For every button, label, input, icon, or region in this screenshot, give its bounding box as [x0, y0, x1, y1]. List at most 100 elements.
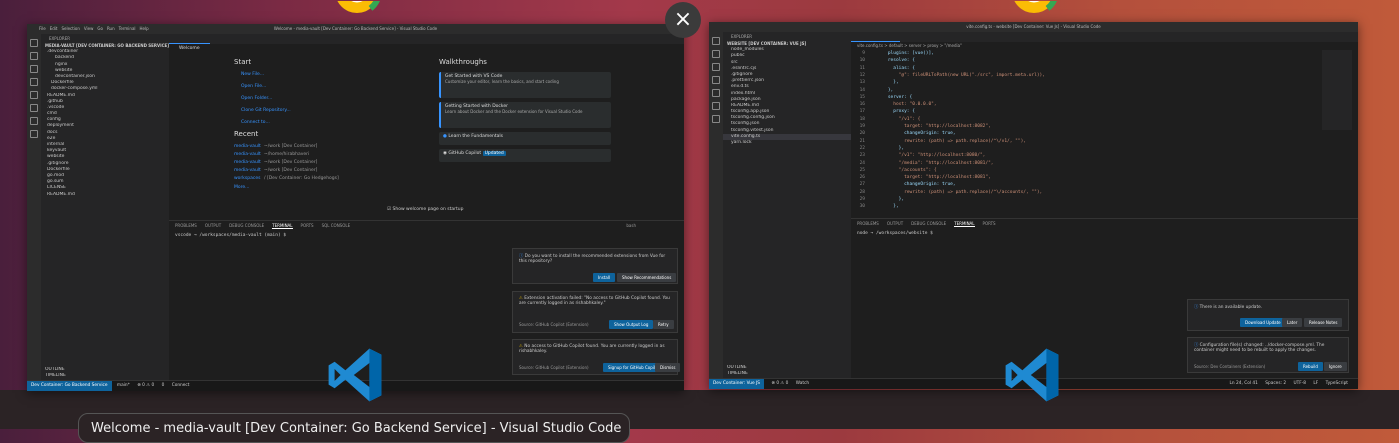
- testing-icon[interactable]: [712, 115, 720, 123]
- terminal-prompt[interactable]: node → /workspaces/website $: [851, 231, 1358, 236]
- clone-repo-link[interactable]: Clone Git Repository...: [241, 108, 291, 113]
- timeline-section[interactable]: TIMELINE: [723, 371, 851, 377]
- walkthrough-copilot[interactable]: ◉ GitHub Copilot Updated: [439, 149, 611, 162]
- panel-tabs: PROBLEMS OUTPUT DEBUG CONSOLE TERMINAL PORTS…: [169, 221, 684, 230]
- run-debug-icon[interactable]: [712, 76, 720, 84]
- close-window-button[interactable]: ×: [665, 2, 701, 38]
- minimap[interactable]: [1322, 50, 1352, 130]
- remote-explorer-icon[interactable]: [30, 104, 38, 112]
- tab-terminal[interactable]: TERMINAL: [954, 221, 975, 227]
- release-notes-button[interactable]: Release Notes: [1304, 318, 1343, 327]
- branch-status[interactable]: main*: [117, 383, 130, 388]
- terminal-prompt[interactable]: vscode → /workspaces/media-vault (main) …: [169, 233, 684, 238]
- walkthrough-subtitle: Learn about Docker and the Docker extens…: [445, 109, 583, 114]
- open-folder-link[interactable]: Open Folder...: [241, 96, 272, 101]
- tab-ports[interactable]: PORTS: [301, 223, 314, 228]
- problems-status[interactable]: ⊗ 0 ⚠ 0: [137, 383, 154, 388]
- breadcrumb[interactable]: vite.config.ts > default > server > prox…: [857, 43, 962, 48]
- walkthrough-docker[interactable]: Getting Started with Docker Learn about …: [439, 102, 611, 128]
- line-number: 13: [859, 80, 865, 86]
- more-link[interactable]: More...: [234, 185, 249, 190]
- walkthrough-title: Learn the Fundamentals: [448, 134, 503, 139]
- open-file-link[interactable]: Open File...: [241, 84, 266, 89]
- problems-status[interactable]: ⊗ 0 ⚠ 0: [771, 381, 788, 386]
- line-ending[interactable]: LF: [1313, 381, 1318, 386]
- explorer-icon[interactable]: [712, 37, 720, 45]
- retry-button[interactable]: Retry: [653, 320, 674, 329]
- indentation[interactable]: Spaces: 2: [1265, 381, 1286, 386]
- toast-source: Source: GitHub Copilot (Extension): [519, 365, 589, 370]
- toast-message: No access to GitHub Copilot found. You a…: [519, 344, 665, 354]
- docker-icon[interactable]: [30, 130, 38, 138]
- later-button[interactable]: Later: [1282, 318, 1303, 327]
- explorer-header: EXPLORER: [731, 34, 752, 39]
- tab-output[interactable]: OUTPUT: [887, 221, 903, 226]
- tab-debug-console[interactable]: DEBUG CONSOLE: [229, 223, 264, 228]
- tab-debug-console[interactable]: DEBUG CONSOLE: [911, 221, 946, 226]
- code-line: "/v1": {: [877, 116, 921, 122]
- tab-output[interactable]: OUTPUT: [205, 223, 221, 228]
- rebuild-button[interactable]: Rebuild: [1298, 362, 1323, 371]
- remote-explorer-icon[interactable]: [712, 102, 720, 110]
- window-title: Welcome - media-vault [Dev Container: Go…: [273, 26, 438, 31]
- copilot-access-toast: ⚠ No access to GitHub Copilot found. You…: [512, 339, 681, 375]
- tab-terminal[interactable]: TERMINAL: [272, 223, 293, 229]
- toast-source: Source: Dev Containers (Extension): [1194, 364, 1266, 369]
- line-number: 18: [859, 116, 865, 122]
- source-control-icon[interactable]: [30, 65, 38, 73]
- extensions-icon[interactable]: [712, 89, 720, 97]
- remote-indicator[interactable]: Dev Container: Vue JS: [709, 379, 764, 389]
- install-button[interactable]: Install: [593, 273, 616, 282]
- search-icon[interactable]: [30, 52, 38, 60]
- ignore-button[interactable]: Ignore: [1324, 362, 1347, 371]
- terminal-dropdown[interactable]: bash: [626, 221, 636, 230]
- testing-icon[interactable]: [30, 117, 38, 125]
- file-item[interactable]: README.md: [41, 192, 169, 198]
- source-control-icon[interactable]: [712, 63, 720, 71]
- status-right: Ln 24, Col 41 Spaces: 2 UTF-8 LF TypeScr…: [1230, 379, 1348, 389]
- walkthrough-title: GitHub Copilot: [448, 151, 482, 156]
- window-thumbnail-vite-config[interactable]: vite.config.ts - website [Dev Container:…: [709, 22, 1358, 389]
- show-recommendations-button[interactable]: Show Recommendations: [617, 273, 677, 282]
- line-number: 30: [859, 204, 865, 210]
- copilot-activation-toast: ⚠ Extension activation failed: "No acces…: [512, 291, 678, 333]
- vscode-app-icon: [1002, 345, 1062, 405]
- show-welcome-checkbox[interactable]: ☑ Show welcome page on startup: [387, 207, 463, 212]
- remote-indicator[interactable]: Dev Container: Go Backend Service: [27, 381, 112, 391]
- explorer-sidebar: EXPLORER MEDIA-VAULT [DEV CONTAINER: GO …: [41, 34, 169, 381]
- window-thumbnail-welcome[interactable]: File Edit Selection View Go Run Terminal Help W…: [27, 24, 684, 391]
- connect-status[interactable]: Connect: [172, 383, 190, 388]
- recent-item-name[interactable]: media-vault: [234, 168, 261, 173]
- walkthrough-fundamentals[interactable]: ● Learn the Fundamentals: [439, 132, 611, 145]
- watch-status[interactable]: Watch: [796, 381, 809, 386]
- tab-ports[interactable]: PORTS: [983, 221, 996, 226]
- new-file-link[interactable]: New File...: [241, 72, 264, 77]
- show-output-log-button[interactable]: Show Output Log: [609, 320, 654, 329]
- code-line: target: "http://localhost:8082",: [877, 124, 991, 129]
- search-icon[interactable]: [712, 50, 720, 58]
- language-mode[interactable]: TypeScript: [1326, 381, 1348, 386]
- file-item[interactable]: yarn.lock: [723, 140, 851, 146]
- tab-problems[interactable]: PROBLEMS: [857, 221, 879, 226]
- timeline-section[interactable]: TIMELINE: [41, 373, 169, 379]
- ports-status[interactable]: 0: [162, 383, 165, 388]
- run-debug-icon[interactable]: [30, 78, 38, 86]
- code-editor[interactable]: vite.config.ts > default > server > prox…: [851, 42, 1358, 218]
- cursor-position[interactable]: Ln 24, Col 41: [1230, 381, 1258, 386]
- dismiss-button[interactable]: Dismiss: [655, 363, 681, 372]
- recent-item-name[interactable]: media-vault: [234, 144, 261, 149]
- extensions-icon[interactable]: [30, 91, 38, 99]
- walkthrough-get-started[interactable]: Get Started with VS Code Customize your …: [439, 72, 611, 98]
- encoding[interactable]: UTF-8: [1294, 381, 1307, 386]
- explorer-icon[interactable]: [30, 39, 38, 47]
- tab-sql-console[interactable]: SQL CONSOLE: [322, 223, 351, 228]
- recent-item-name[interactable]: workspaces: [234, 176, 260, 181]
- line-number: 17: [859, 109, 865, 115]
- checkbox-icon[interactable]: ☑: [387, 207, 391, 212]
- recent-item-name[interactable]: media-vault: [234, 160, 261, 165]
- recent-item-name[interactable]: media-vault: [234, 152, 261, 157]
- download-update-button[interactable]: Download Update: [1240, 318, 1286, 327]
- copilot-icon: ◉: [443, 151, 447, 156]
- connect-link[interactable]: Connect to...: [241, 120, 270, 125]
- tab-problems[interactable]: PROBLEMS: [175, 223, 197, 228]
